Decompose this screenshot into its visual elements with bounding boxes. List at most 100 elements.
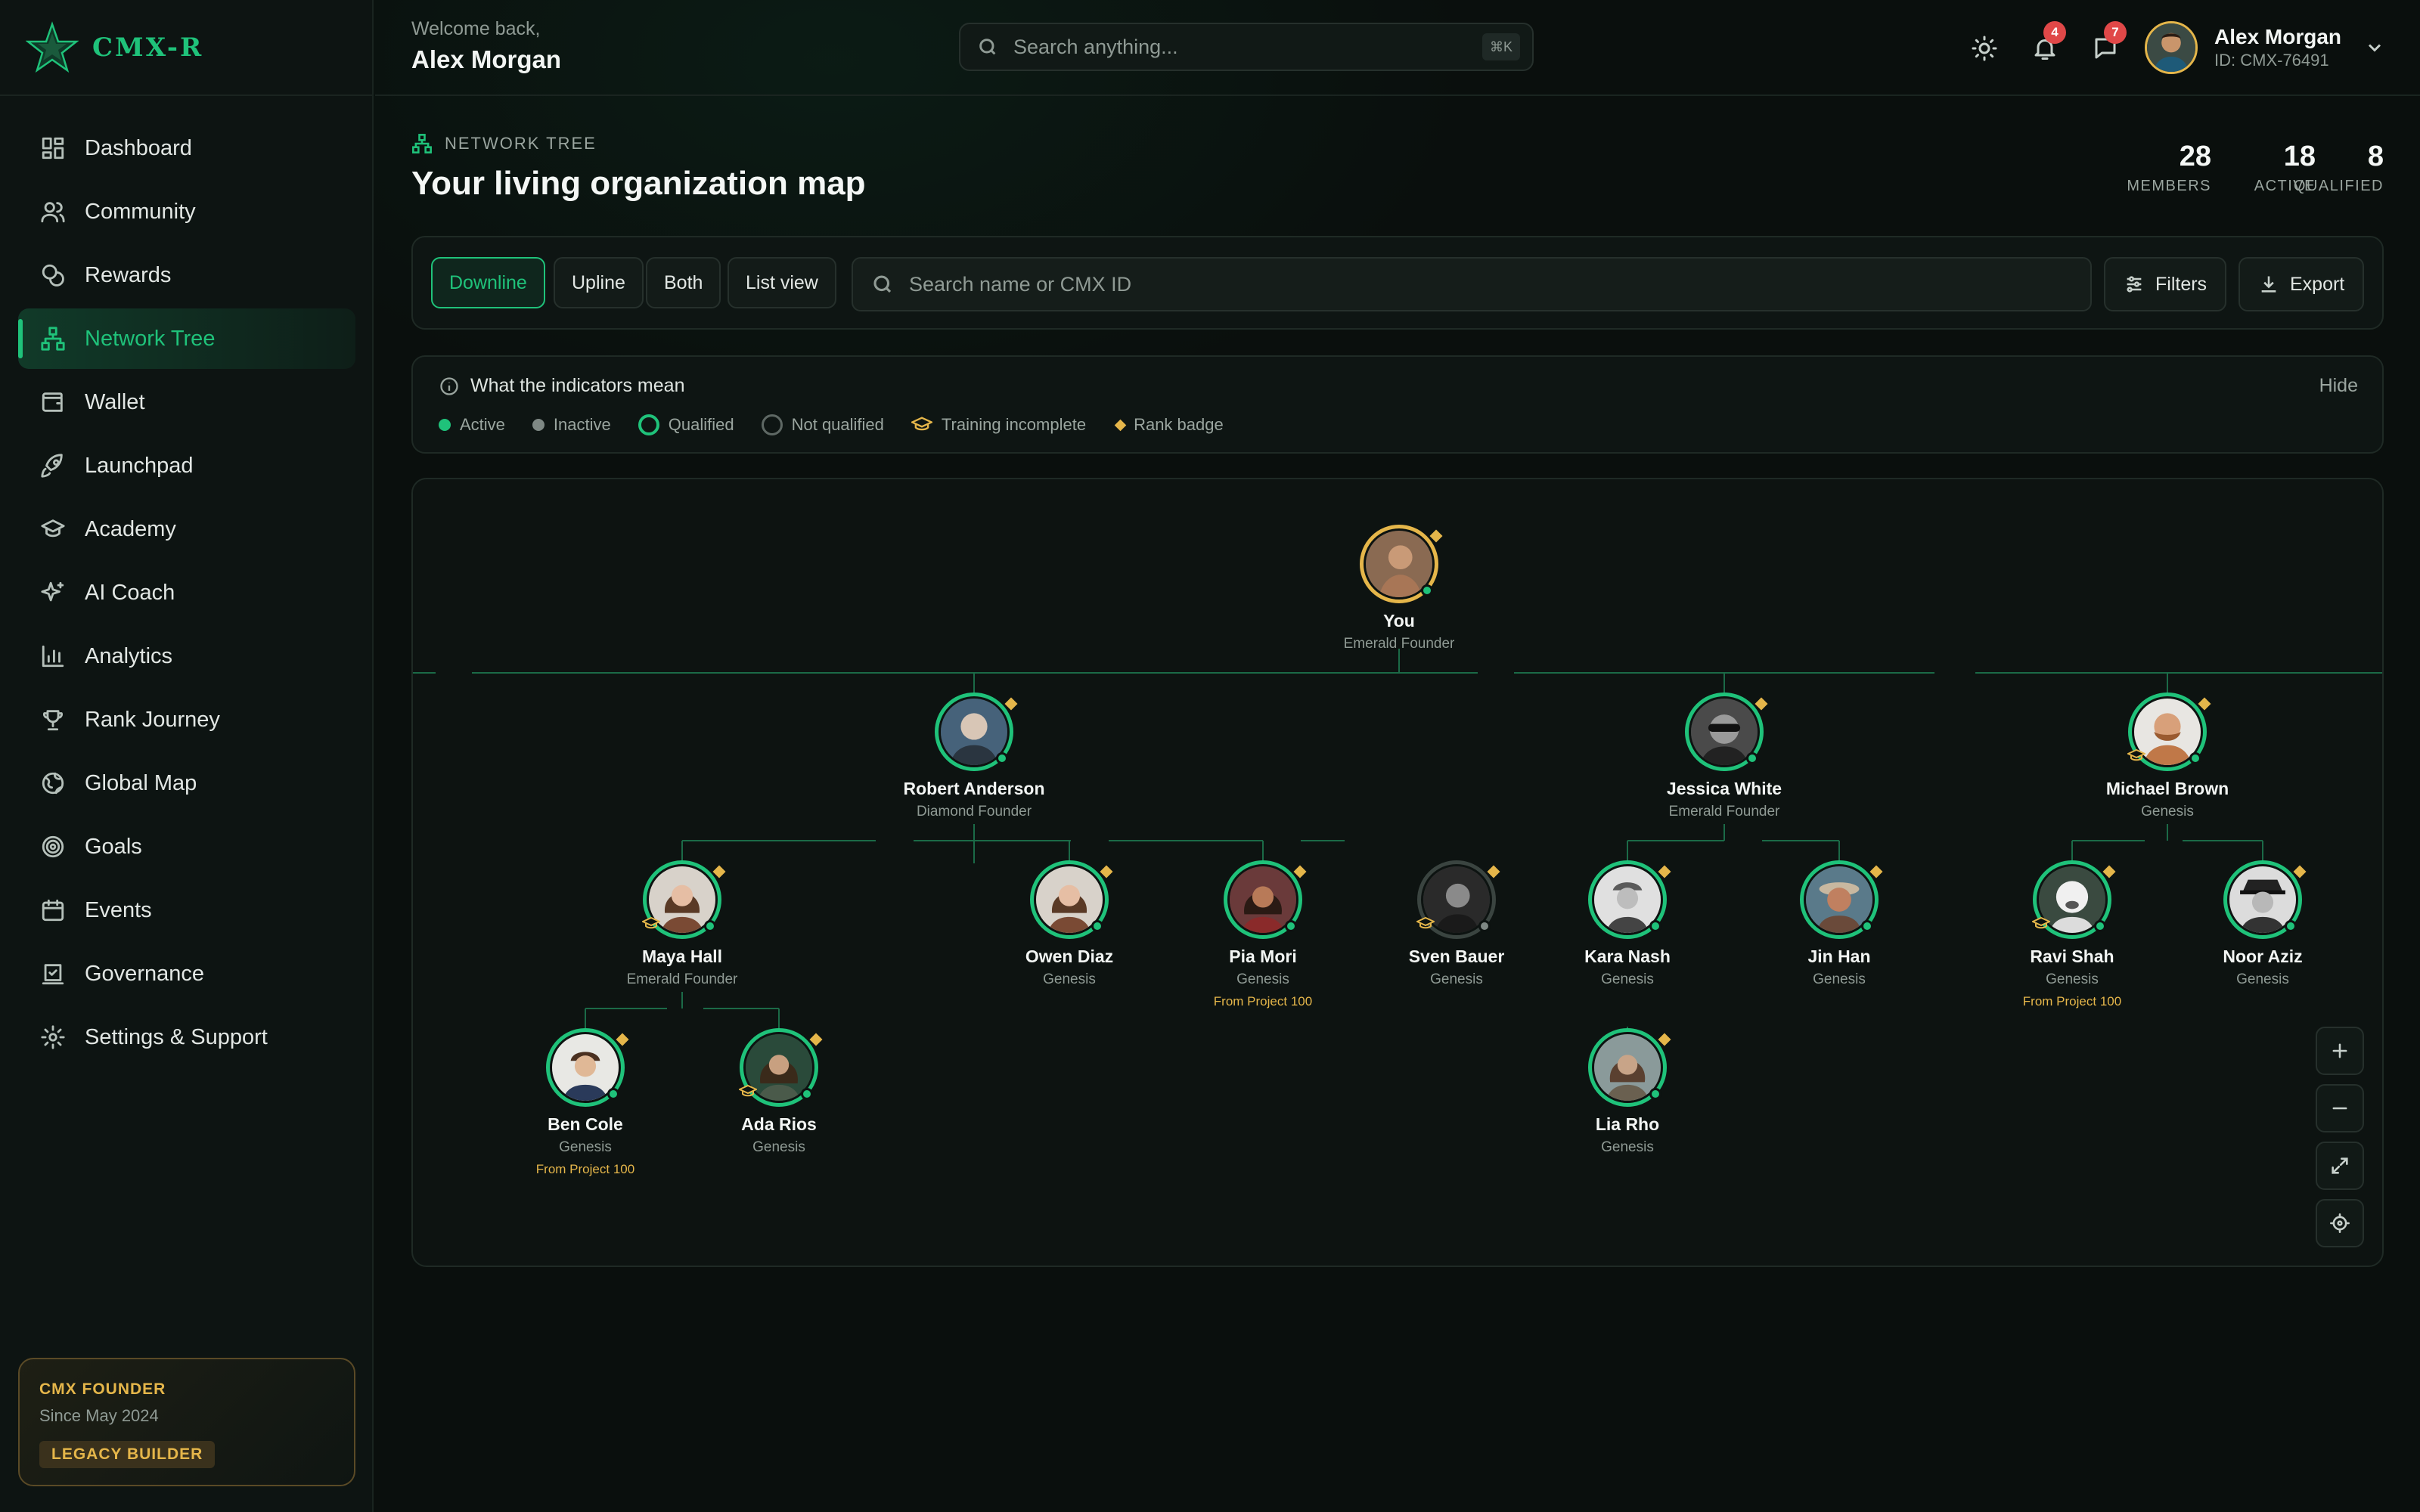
- sidebar-item-label: Network Tree: [85, 326, 216, 351]
- brand-logo[interactable]: CMX-R: [26, 21, 203, 74]
- rank-diamond-icon: [1114, 419, 1127, 431]
- export-button[interactable]: Export: [2238, 257, 2365, 311]
- sidebar-item-label: Goals: [85, 834, 142, 859]
- tree-search-input[interactable]: [909, 272, 2090, 296]
- sidebar-item-label: Governance: [85, 961, 204, 986]
- messages-button[interactable]: 7: [2084, 21, 2127, 70]
- sidebar-item-global-map[interactable]: Global Map: [18, 753, 355, 813]
- node-ring: [739, 1028, 823, 1107]
- filters-button[interactable]: Filters: [2104, 257, 2227, 311]
- active-dot-icon: [1285, 920, 1297, 932]
- node-title: Genesis: [752, 1139, 805, 1155]
- stat-value: 28: [2179, 141, 2211, 172]
- sidebar-item-launchpad[interactable]: Launchpad: [18, 435, 355, 496]
- tree-node-robert-anderson[interactable]: Robert Anderson Diamond Founder: [883, 692, 1065, 820]
- tree-node-pia-mori[interactable]: Pia Mori Genesis From Project 100: [1172, 860, 1354, 1009]
- brand-name: CMX-R: [92, 33, 204, 63]
- sidebar: CMX-R Dashboard Community Rewards Networ…: [0, 0, 374, 1512]
- sun-icon: [1972, 36, 1997, 61]
- sidebar-item-rewards[interactable]: Rewards: [18, 245, 355, 305]
- network-icon: [39, 325, 67, 352]
- tree-node-maya-hall[interactable]: Maya Hall Emerald Founder: [591, 860, 773, 988]
- node-ring: [1416, 860, 1500, 939]
- notifications-button[interactable]: 4: [2024, 21, 2066, 70]
- page-title: Your living organization map: [411, 165, 866, 202]
- node-name: Kara Nash: [1584, 947, 1671, 966]
- rank-diamond-icon: [2198, 697, 2211, 711]
- tree-search[interactable]: [852, 257, 2092, 311]
- sidebar-item-network-tree[interactable]: Network Tree: [18, 308, 355, 369]
- legend-label: Qualified: [668, 415, 734, 434]
- tree-node-michael-brown[interactable]: Michael Brown Genesis: [2077, 692, 2258, 820]
- tree-node-ravi-shah[interactable]: Ravi Shah Genesis From Project 100: [1981, 860, 2163, 1009]
- tree-node-jin-han[interactable]: Jin Han Genesis: [1748, 860, 1930, 988]
- inactive-dot-icon: [1478, 920, 1491, 932]
- welcome-text: Welcome back,: [411, 18, 541, 39]
- node-ring: [1360, 525, 1443, 603]
- recenter-button[interactable]: [2316, 1199, 2364, 1247]
- legend-items: Active Inactive Qualified Not qualified …: [439, 414, 1251, 435]
- zoom-in-button[interactable]: [2316, 1027, 2364, 1075]
- legend-title-text: What the indicators mean: [470, 375, 685, 396]
- sidebar-nav: Dashboard Community Rewards Network Tree…: [18, 118, 355, 1070]
- tree-node-lia-rho[interactable]: Lia Rho Genesis: [1537, 1028, 1718, 1156]
- legend-training-incomplete: Training incomplete: [911, 415, 1086, 435]
- info-icon: [440, 376, 458, 395]
- sidebar-item-settings-support[interactable]: Settings & Support: [18, 1007, 355, 1067]
- node-ring: [935, 692, 1018, 771]
- sidebar-item-wallet[interactable]: Wallet: [18, 372, 355, 432]
- trophy-icon: [39, 706, 67, 733]
- sidebar-item-rank-journey[interactable]: Rank Journey: [18, 689, 355, 750]
- rank-diamond-icon: [1869, 865, 1883, 878]
- topbar: Welcome back, Alex Morgan ⌘K 4 7 Alex Mo…: [375, 0, 2420, 96]
- tree-node-owen-diaz[interactable]: Owen Diaz Genesis: [979, 860, 1160, 988]
- sidebar-item-dashboard[interactable]: Dashboard: [18, 118, 355, 178]
- tree-node-sven-bauer[interactable]: Sven Bauer Genesis: [1366, 860, 1547, 988]
- sidebar-item-label: Launchpad: [85, 453, 194, 478]
- tree-node-ada-rios[interactable]: Ada Rios Genesis: [688, 1028, 870, 1156]
- sidebar-item-ai-coach[interactable]: AI Coach: [18, 562, 355, 623]
- view-tab-downline[interactable]: Downline: [431, 257, 545, 308]
- rank-diamond-icon: [1429, 529, 1443, 543]
- global-search[interactable]: ⌘K: [959, 23, 1534, 71]
- wallet-icon: [39, 389, 67, 416]
- profile-name: Alex Morgan: [2214, 25, 2342, 48]
- theme-toggle-button[interactable]: [1963, 27, 2006, 70]
- tree-node-noor-aziz[interactable]: Noor Aziz Genesis: [2172, 860, 2353, 988]
- rank-diamond-icon: [1004, 697, 1018, 711]
- view-tab-upline[interactable]: Upline: [554, 257, 644, 308]
- graduation-cap-icon: [739, 1085, 757, 1097]
- not-qualified-ring-icon: [761, 414, 783, 435]
- sidebar-item-goals[interactable]: Goals: [18, 816, 355, 877]
- rank-diamond-icon: [1658, 1033, 1671, 1046]
- sidebar-item-academy[interactable]: Academy: [18, 499, 355, 559]
- indicator-legend: What the indicators mean Hide Active Ina…: [411, 355, 2384, 454]
- founder-since: Since May 2024: [39, 1406, 159, 1425]
- zoom-out-button[interactable]: [2316, 1084, 2364, 1132]
- export-label: Export: [2290, 273, 2345, 295]
- gear-icon: [39, 1024, 67, 1051]
- node-title: Genesis: [2236, 971, 2289, 987]
- sidebar-item-events[interactable]: Events: [18, 880, 355, 940]
- global-search-input[interactable]: [1013, 35, 1482, 59]
- sidebar-item-analytics[interactable]: Analytics: [18, 626, 355, 686]
- tree-node-kara-nash[interactable]: Kara Nash Genesis: [1537, 860, 1718, 988]
- sidebar-item-governance[interactable]: Governance: [18, 943, 355, 1004]
- network-tree-canvas[interactable]: You Emerald Founder Robert Anderson Diam…: [411, 478, 2384, 1267]
- view-tab-both[interactable]: Both: [646, 257, 721, 308]
- sidebar-item-community[interactable]: Community: [18, 181, 355, 242]
- view-tab-list[interactable]: List view: [728, 257, 836, 308]
- tree-node-ben-cole[interactable]: Ben Cole Genesis From Project 100: [495, 1028, 676, 1177]
- legend-hide-button[interactable]: Hide: [2319, 375, 2358, 397]
- globe-icon: [39, 770, 67, 797]
- tree-node-root[interactable]: You Emerald Founder: [1308, 525, 1490, 652]
- node-title: Genesis: [1236, 971, 1289, 987]
- tree-node-jessica-white[interactable]: Jessica White Emerald Founder: [1634, 692, 1815, 820]
- fullscreen-button[interactable]: [2316, 1142, 2364, 1190]
- node-name: Pia Mori: [1229, 947, 1297, 966]
- node-ring: [1588, 1028, 1671, 1107]
- search-icon: [873, 275, 892, 293]
- node-name: Robert Anderson: [903, 779, 1045, 798]
- active-dot-icon: [1649, 920, 1661, 932]
- profile-menu[interactable]: Alex Morgan ID: CMX-76491: [2145, 21, 2385, 74]
